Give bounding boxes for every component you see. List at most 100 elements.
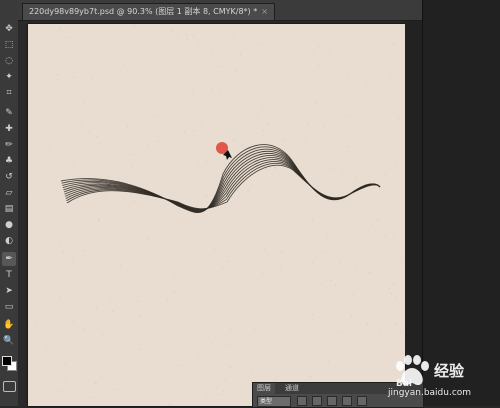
paper-texture-dot xyxy=(57,390,60,393)
paper-texture-dot xyxy=(367,82,369,84)
paper-texture-dot xyxy=(393,234,395,236)
paper-texture-dot xyxy=(173,290,175,293)
paper-texture-dot xyxy=(230,328,232,331)
paper-texture-dot xyxy=(320,282,323,285)
paper-texture-dot xyxy=(342,172,344,175)
tab-layers[interactable]: 图层 xyxy=(253,383,275,394)
paper-texture-dot xyxy=(33,354,36,356)
paper-texture-dot xyxy=(163,367,165,369)
paper-texture-dot xyxy=(136,300,138,302)
document-canvas[interactable] xyxy=(28,24,422,406)
paper-texture-dot xyxy=(224,379,226,382)
artwork xyxy=(28,24,421,405)
paper-texture-dot xyxy=(348,184,350,187)
document-tab[interactable]: 220dy98v89yb7t.psd @ 90.3% (图层 1 副本 8, C… xyxy=(22,3,275,20)
paper-texture-dot xyxy=(59,241,61,244)
foreground-color-swatch[interactable] xyxy=(2,356,12,366)
dodge-tool-icon[interactable]: ◐ xyxy=(2,234,16,248)
eraser-tool-icon[interactable]: ▱ xyxy=(2,186,16,200)
paper-texture-dot xyxy=(81,257,83,259)
paper-texture-dot xyxy=(265,168,267,170)
paper-texture-dot xyxy=(131,165,133,167)
paper-texture-dot xyxy=(156,177,158,179)
paper-texture-dot xyxy=(132,154,135,156)
close-icon[interactable]: × xyxy=(261,7,268,16)
paper-texture-dot xyxy=(194,238,196,241)
paper-texture-dot xyxy=(162,169,164,172)
paper-texture-dot xyxy=(339,261,342,263)
paper-texture-dot xyxy=(361,131,363,134)
filter-smart-object-icon[interactable] xyxy=(357,396,367,406)
history-brush-tool-icon[interactable]: ↺ xyxy=(2,170,16,184)
hand-tool-icon[interactable]: ✋ xyxy=(2,318,16,332)
paper-texture-dot xyxy=(236,70,238,72)
quick-mask-icon[interactable] xyxy=(3,381,16,392)
blur-tool-icon[interactable]: ● xyxy=(2,218,16,232)
tab-channels[interactable]: 通道 xyxy=(281,383,303,394)
paper-texture-dot xyxy=(172,30,174,32)
eyedropper-tool-icon[interactable]: ✎ xyxy=(2,106,16,120)
lasso-tool-icon[interactable]: ◌ xyxy=(2,54,16,68)
move-tool-icon[interactable]: ✥ xyxy=(2,22,16,36)
baidu-jingyan-watermark: Bai 经验 jingyan.baidu.com xyxy=(388,352,500,406)
shape-tool-icon[interactable]: ▭ xyxy=(2,300,16,314)
paper-texture-dot xyxy=(233,33,235,35)
paper-texture-dot xyxy=(292,84,294,86)
crop-tool-icon[interactable]: ⌗ xyxy=(2,86,16,100)
paper-texture-dot xyxy=(116,389,118,391)
paper-texture-dot xyxy=(133,24,135,26)
paper-texture-dot xyxy=(281,251,283,253)
paper-texture-dot xyxy=(192,129,195,132)
paper-texture-dot xyxy=(214,248,216,250)
paper-texture-dot xyxy=(126,125,128,128)
paper-texture-dot xyxy=(346,77,349,79)
paper-texture-dot xyxy=(341,331,343,333)
paper-texture-dot xyxy=(219,89,221,91)
paper-texture-dot xyxy=(197,41,200,43)
paper-texture-dot xyxy=(227,260,229,262)
paper-texture-dot xyxy=(138,315,141,317)
paper-texture-dot xyxy=(222,390,224,393)
paper-texture-dot xyxy=(174,277,176,279)
paper-texture-dot xyxy=(348,192,350,194)
paper-texture-dot xyxy=(83,101,85,103)
marquee-tool-icon[interactable]: ⬚ xyxy=(2,38,16,52)
paper-texture-dot xyxy=(220,65,222,68)
filter-adjustment-icon[interactable] xyxy=(312,396,322,406)
healing-brush-tool-icon[interactable]: ✚ xyxy=(2,122,16,136)
paper-texture-dot xyxy=(247,190,249,192)
paper-texture-dot xyxy=(154,115,156,117)
paper-texture-dot xyxy=(91,77,93,80)
zoom-tool-icon[interactable]: 🔍 xyxy=(2,334,16,348)
pen-tool-icon[interactable]: ✒ xyxy=(2,252,16,266)
gradient-tool-icon[interactable]: ▤ xyxy=(2,202,16,216)
paper-texture-dot xyxy=(384,236,386,238)
brush-tool-icon[interactable]: ✏ xyxy=(2,138,16,152)
paper-texture-dot xyxy=(390,72,392,75)
right-panel-area xyxy=(422,0,500,406)
filter-shape-icon[interactable] xyxy=(342,396,352,406)
paper-texture-dot xyxy=(28,24,29,25)
toolbox: ✥ ⬚ ◌ ✦ ⌗ ✎ ✚ ✏ ♣ ↺ ▱ ▤ ● ◐ ✒ T ➤ ▭ ✋ 🔍 xyxy=(0,0,19,406)
paper-texture-dot xyxy=(88,130,90,132)
layer-filter-buttons xyxy=(297,396,367,406)
paper-texture-dot xyxy=(312,218,314,220)
filter-type-icon[interactable] xyxy=(327,396,337,406)
paper-texture-dot xyxy=(218,301,220,303)
paper-texture-dot xyxy=(111,388,113,390)
paper-texture-dot xyxy=(170,29,172,31)
paper-texture-dot xyxy=(146,205,148,207)
magic-wand-tool-icon[interactable]: ✦ xyxy=(2,70,16,84)
paper-texture-dot xyxy=(119,264,122,267)
clone-stamp-tool-icon[interactable]: ♣ xyxy=(2,154,16,168)
layer-kind-filter[interactable]: 类型 xyxy=(257,396,291,407)
paper-texture-dot xyxy=(395,296,397,298)
paper-texture-dot xyxy=(399,331,401,333)
type-tool-icon[interactable]: T xyxy=(2,268,16,282)
path-selection-tool-icon[interactable]: ➤ xyxy=(2,284,16,298)
paper-texture-dot xyxy=(205,195,208,197)
paper-texture-dot xyxy=(207,287,209,289)
paper-texture-dot xyxy=(102,334,104,336)
filter-pixel-icon[interactable] xyxy=(297,396,307,406)
paper-texture-dot xyxy=(133,200,135,202)
